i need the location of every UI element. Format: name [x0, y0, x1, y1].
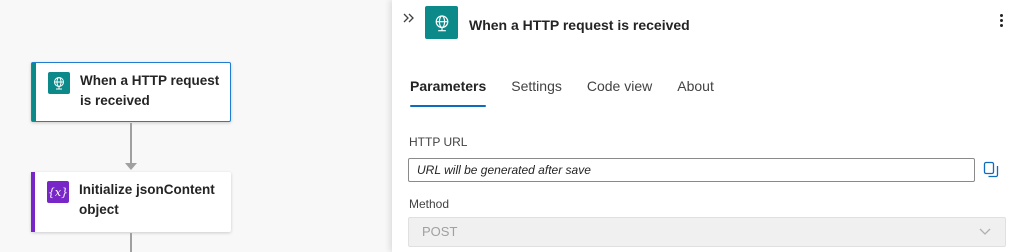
copy-icon	[983, 161, 999, 178]
http-url-field[interactable]: URL will be generated after save	[408, 158, 975, 182]
action-details-panel: When a HTTP request is received Paramete…	[392, 0, 1014, 252]
tab-about[interactable]: About	[677, 77, 714, 107]
trigger-node-card[interactable]: When a HTTP request is received	[31, 62, 231, 122]
http-url-label: HTTP URL	[409, 135, 468, 149]
http-globe-icon	[48, 72, 70, 94]
tab-parameters[interactable]: Parameters	[410, 77, 487, 107]
copy-url-button[interactable]	[983, 161, 999, 179]
more-options-button[interactable]	[996, 14, 1006, 34]
http-globe-icon	[425, 6, 458, 39]
node-accent-bar	[32, 63, 36, 121]
variable-icon: {x}	[47, 181, 69, 203]
connector-line	[130, 123, 132, 167]
method-label: Method	[409, 197, 450, 211]
more-vertical-icon	[999, 14, 1003, 17]
method-select[interactable]: POST	[408, 217, 1006, 247]
node-label: When a HTTP request is received	[80, 73, 220, 108]
tab-settings[interactable]: Settings	[511, 77, 562, 107]
method-value: POST	[422, 224, 458, 239]
chevron-down-icon	[979, 228, 991, 235]
node-accent-bar	[31, 172, 35, 232]
designer-canvas[interactable]: When a HTTP request is received {x} Init…	[0, 0, 392, 252]
double-chevron-right-icon	[403, 13, 414, 23]
panel-title: When a HTTP request is received	[469, 17, 690, 33]
collapse-panel-button[interactable]	[402, 10, 418, 30]
tab-code-view[interactable]: Code view	[587, 77, 652, 107]
initialize-variable-node-card[interactable]: {x} Initialize jsonContent object	[31, 172, 231, 232]
connector-arrow-icon	[125, 163, 137, 170]
panel-tabs: Parameters Settings Code view About	[410, 77, 739, 107]
node-label: Initialize jsonContent object	[79, 182, 215, 217]
connector-line	[130, 233, 132, 252]
